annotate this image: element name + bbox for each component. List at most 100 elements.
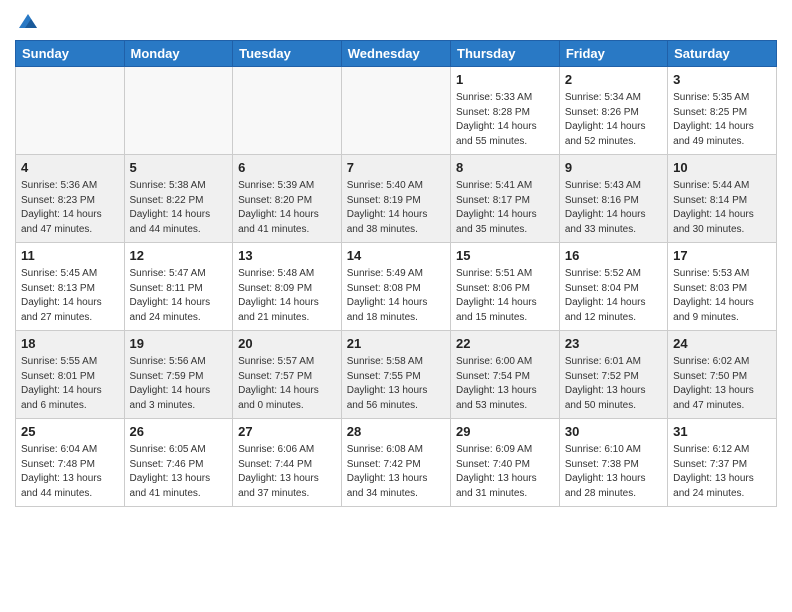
calendar-cell: 6 Sunrise: 5:39 AM Sunset: 8:20 PM Daylig… [233,155,342,243]
day-number: 3 [673,71,771,89]
calendar-cell: 5 Sunrise: 5:38 AM Sunset: 8:22 PM Daylig… [124,155,233,243]
day-number: 2 [565,71,662,89]
calendar-cell: 16Sunrise: 5:52 AM Sunset: 8:04 PM Dayli… [559,243,667,331]
day-number: 18 [21,335,119,353]
calendar-cell: 18 Sunrise: 5:55 AM Sunset: 8:01 PM Dayli… [16,331,125,419]
calendar-cell: 12 Sunrise: 5:47 AM Sunset: 8:11 PM Dayli… [124,243,233,331]
calendar-cell: 30 Sunrise: 6:10 AM Sunset: 7:38 PM Dayli… [559,419,667,507]
calendar-cell: 23Sunrise: 6:01 AM Sunset: 7:52 PM Dayli… [559,331,667,419]
calendar-cell: 3Sunrise: 5:35 AM Sunset: 8:25 PM Daylig… [668,67,777,155]
day-info: Sunrise: 5:39 AM Sunset: 8:20 PM Dayligh… [238,179,336,237]
logo-icon [17,10,39,32]
day-number: 9 [565,159,662,177]
calendar-cell: 31Sunrise: 6:12 AM Sunset: 7:37 PM Dayli… [668,419,777,507]
weekday-header-friday: Friday [559,41,667,67]
weekday-header-monday: Monday [124,41,233,67]
logo [15,18,39,32]
calendar-cell: 26Sunrise: 6:05 AM Sunset: 7:46 PM Dayli… [124,419,233,507]
calendar-cell: 11Sunrise: 5:45 AM Sunset: 8:13 PM Dayli… [16,243,125,331]
day-info: Sunrise: 6:12 AM Sunset: 7:37 PM Dayligh… [673,443,771,501]
day-info: Sunrise: 5:41 AM Sunset: 8:17 PM Dayligh… [456,179,554,237]
day-info: Sunrise: 5:43 AM Sunset: 8:16 PM Dayligh… [565,179,662,237]
day-info: Sunrise: 6:09 AM Sunset: 7:40 PM Dayligh… [456,443,554,501]
week-row-4: 18 Sunrise: 5:55 AM Sunset: 8:01 PM Dayli… [16,331,777,419]
day-info: Sunrise: 5:57 AM Sunset: 7:57 PM Dayligh… [238,355,336,413]
day-info: Sunrise: 5:36 AM Sunset: 8:23 PM Dayligh… [21,179,119,237]
calendar-cell: 2 Sunrise: 5:34 AM Sunset: 8:26 PM Daylig… [559,67,667,155]
calendar-cell: 27 Sunrise: 6:06 AM Sunset: 7:44 PM Dayli… [233,419,342,507]
day-info: Sunrise: 6:05 AM Sunset: 7:46 PM Dayligh… [130,443,228,501]
day-info: Sunrise: 6:02 AM Sunset: 7:50 PM Dayligh… [673,355,771,413]
day-info: Sunrise: 5:56 AM Sunset: 7:59 PM Dayligh… [130,355,228,413]
calendar-cell: 29 Sunrise: 6:09 AM Sunset: 7:40 PM Dayli… [451,419,560,507]
calendar-cell: 24 Sunrise: 6:02 AM Sunset: 7:50 PM Dayli… [668,331,777,419]
day-number: 5 [130,159,228,177]
day-info: Sunrise: 5:47 AM Sunset: 8:11 PM Dayligh… [130,267,228,325]
day-info: Sunrise: 5:53 AM Sunset: 8:03 PM Dayligh… [673,267,771,325]
day-number: 28 [347,423,445,441]
day-info: Sunrise: 6:06 AM Sunset: 7:44 PM Dayligh… [238,443,336,501]
calendar-cell: 21 Sunrise: 5:58 AM Sunset: 7:55 PM Dayli… [341,331,450,419]
day-number: 12 [130,247,228,265]
day-info: Sunrise: 6:10 AM Sunset: 7:38 PM Dayligh… [565,443,662,501]
day-info: Sunrise: 5:52 AM Sunset: 8:04 PM Dayligh… [565,267,662,325]
day-info: Sunrise: 5:51 AM Sunset: 8:06 PM Dayligh… [456,267,554,325]
calendar-cell: 4 Sunrise: 5:36 AM Sunset: 8:23 PM Daylig… [16,155,125,243]
day-number: 19 [130,335,228,353]
day-number: 4 [21,159,119,177]
day-info: Sunrise: 5:33 AM Sunset: 8:28 PM Dayligh… [456,91,554,149]
day-number: 10 [673,159,771,177]
calendar-cell: 7 Sunrise: 5:40 AM Sunset: 8:19 PM Daylig… [341,155,450,243]
day-number: 20 [238,335,336,353]
calendar-cell: 14 Sunrise: 5:49 AM Sunset: 8:08 PM Dayli… [341,243,450,331]
day-info: Sunrise: 6:04 AM Sunset: 7:48 PM Dayligh… [21,443,119,501]
day-number: 30 [565,423,662,441]
week-row-2: 4 Sunrise: 5:36 AM Sunset: 8:23 PM Daylig… [16,155,777,243]
day-info: Sunrise: 5:49 AM Sunset: 8:08 PM Dayligh… [347,267,445,325]
day-number: 6 [238,159,336,177]
day-info: Sunrise: 6:01 AM Sunset: 7:52 PM Dayligh… [565,355,662,413]
weekday-header-thursday: Thursday [451,41,560,67]
day-number: 14 [347,247,445,265]
day-info: Sunrise: 5:55 AM Sunset: 8:01 PM Dayligh… [21,355,119,413]
weekday-header-row: SundayMondayTuesdayWednesdayThursdayFrid… [16,41,777,67]
calendar-cell: 9 Sunrise: 5:43 AM Sunset: 8:16 PM Daylig… [559,155,667,243]
day-number: 29 [456,423,554,441]
day-info: Sunrise: 5:40 AM Sunset: 8:19 PM Dayligh… [347,179,445,237]
day-info: Sunrise: 5:34 AM Sunset: 8:26 PM Dayligh… [565,91,662,149]
day-number: 22 [456,335,554,353]
day-number: 7 [347,159,445,177]
day-number: 15 [456,247,554,265]
calendar-cell: 25 Sunrise: 6:04 AM Sunset: 7:48 PM Dayli… [16,419,125,507]
day-number: 1 [456,71,554,89]
day-number: 24 [673,335,771,353]
calendar-cell: 19 Sunrise: 5:56 AM Sunset: 7:59 PM Dayli… [124,331,233,419]
week-row-5: 25 Sunrise: 6:04 AM Sunset: 7:48 PM Dayli… [16,419,777,507]
day-info: Sunrise: 5:58 AM Sunset: 7:55 PM Dayligh… [347,355,445,413]
calendar-cell: 15 Sunrise: 5:51 AM Sunset: 8:06 PM Dayli… [451,243,560,331]
calendar-header: SundayMondayTuesdayWednesdayThursdayFrid… [16,41,777,67]
day-info: Sunrise: 5:44 AM Sunset: 8:14 PM Dayligh… [673,179,771,237]
page-header [15,10,777,32]
weekday-header-sunday: Sunday [16,41,125,67]
calendar-cell [16,67,125,155]
calendar-cell: 10 Sunrise: 5:44 AM Sunset: 8:14 PM Dayli… [668,155,777,243]
day-info: Sunrise: 5:38 AM Sunset: 8:22 PM Dayligh… [130,179,228,237]
day-number: 17 [673,247,771,265]
weekday-header-wednesday: Wednesday [341,41,450,67]
day-number: 25 [21,423,119,441]
calendar-cell: 13 Sunrise: 5:48 AM Sunset: 8:09 PM Dayli… [233,243,342,331]
calendar-body: 1 Sunrise: 5:33 AM Sunset: 8:28 PM Daylig… [16,67,777,507]
calendar-cell: 20 Sunrise: 5:57 AM Sunset: 7:57 PM Dayli… [233,331,342,419]
day-info: Sunrise: 6:00 AM Sunset: 7:54 PM Dayligh… [456,355,554,413]
day-number: 21 [347,335,445,353]
week-row-3: 11Sunrise: 5:45 AM Sunset: 8:13 PM Dayli… [16,243,777,331]
calendar-cell: 1 Sunrise: 5:33 AM Sunset: 8:28 PM Daylig… [451,67,560,155]
day-number: 27 [238,423,336,441]
weekday-header-tuesday: Tuesday [233,41,342,67]
calendar-cell [341,67,450,155]
calendar-cell: 22 Sunrise: 6:00 AM Sunset: 7:54 PM Dayli… [451,331,560,419]
day-number: 13 [238,247,336,265]
day-info: Sunrise: 5:48 AM Sunset: 8:09 PM Dayligh… [238,267,336,325]
day-info: Sunrise: 6:08 AM Sunset: 7:42 PM Dayligh… [347,443,445,501]
